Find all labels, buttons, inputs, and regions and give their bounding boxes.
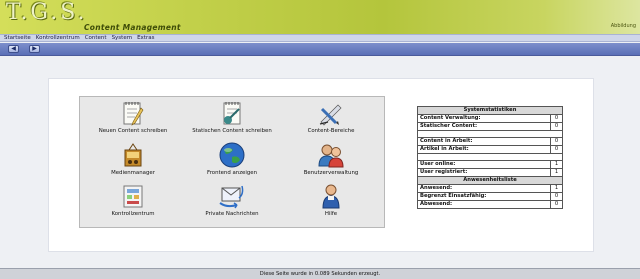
globe-icon <box>219 142 245 168</box>
frontend-label: Frontend anzeigen <box>206 170 258 176</box>
stat-value: 0 <box>550 145 563 154</box>
stat-value: 0 <box>550 114 563 123</box>
stat-value: 1 <box>550 168 563 177</box>
stat-value: 0 <box>550 200 563 209</box>
back-arrow-icon: ◀ <box>11 45 16 52</box>
control-panel-icon <box>123 185 143 208</box>
control-center-label: Kontrollzentrum <box>111 211 155 217</box>
attendance-title: Anwesenheitsliste <box>417 176 563 185</box>
stat-label: Content in Arbeit: <box>417 137 551 146</box>
help-label: Hilfe <box>324 211 338 217</box>
new-content-link[interactable]: Neuen Content schreiben <box>84 100 182 140</box>
stat-value: 1 <box>550 184 563 193</box>
quick-access-panel: Neuen Content schreiben Statischen Conte… <box>79 96 385 228</box>
notepad-tool-icon <box>223 102 241 125</box>
menu-item-kontrollzentrum[interactable]: Kontrollzentrum <box>36 35 80 41</box>
menu-bar: Startseite Kontrollzentrum Content Syste… <box>0 34 640 42</box>
control-center-link[interactable]: Kontrollzentrum <box>84 183 182 223</box>
stat-label: Begrenzt Einsatzfähig: <box>417 192 551 201</box>
user-management-label: Benutzerverwaltung <box>303 170 359 176</box>
system-stats-table: Systemstatistiken Content Verwaltung: 0 S… <box>417 106 563 209</box>
notepad-pencil-icon <box>123 102 144 126</box>
stat-value: 0 <box>550 137 563 146</box>
stats-spacer <box>417 153 563 161</box>
users-icon <box>318 144 344 168</box>
stat-value: 0 <box>550 122 563 131</box>
header-banner: T.G.S. Content Management Abbildung <box>0 0 640 34</box>
content-areas-link[interactable]: Content-Bereiche <box>282 100 380 140</box>
app-logo: T.G.S. <box>6 0 88 25</box>
footer: Diese Seite wurde in 0.089 Sekunden erze… <box>0 268 640 279</box>
forward-arrow-icon: ▶ <box>32 45 37 52</box>
stats-spacer <box>417 130 563 138</box>
media-manager-link[interactable]: Medienmanager <box>84 142 182 182</box>
header-corner-text: Abbildung <box>610 23 636 29</box>
stat-label: Abwesend: <box>417 200 551 209</box>
stats-title: Systemstatistiken <box>417 106 563 115</box>
new-content-label: Neuen Content schreiben <box>98 128 168 134</box>
static-content-label: Statischen Content schreiben <box>192 128 272 134</box>
menu-item-extras[interactable]: Extras <box>137 35 154 41</box>
stat-label: Content Verwaltung: <box>417 114 551 123</box>
static-content-link[interactable]: Statischen Content schreiben <box>183 100 281 140</box>
stat-value: 1 <box>550 160 563 169</box>
help-link[interactable]: Hilfe <box>282 183 380 223</box>
forward-button[interactable]: ▶ <box>29 45 40 53</box>
content-areas-label: Content-Bereiche <box>307 128 355 134</box>
private-messages-label: Private Nachrichten <box>205 211 259 217</box>
media-manager-label: Medienmanager <box>111 170 155 176</box>
stat-label: Statischer Content: <box>417 122 551 131</box>
user-management-link[interactable]: Benutzerverwaltung <box>282 142 380 182</box>
menu-item-system[interactable]: System <box>112 35 133 41</box>
stat-label: User registriert: <box>417 168 551 177</box>
help-icon <box>322 184 340 209</box>
media-player-icon <box>124 143 142 167</box>
stat-label: Anwesend: <box>417 184 551 193</box>
stat-label: User online: <box>417 160 551 169</box>
toolbar: ◀ ▶ <box>0 43 640 56</box>
stat-label: Artikel in Arbeit: <box>417 145 551 154</box>
menu-item-startseite[interactable]: Startseite <box>4 35 31 41</box>
stat-value: 0 <box>550 192 563 201</box>
menu-item-content[interactable]: Content <box>85 35 107 41</box>
messages-icon <box>219 185 244 209</box>
private-messages-link[interactable]: Private Nachrichten <box>183 183 281 223</box>
back-button[interactable]: ◀ <box>8 45 19 53</box>
app-subtitle: Content Management <box>84 23 181 32</box>
pencil-ruler-icon <box>319 104 342 126</box>
frontend-link[interactable]: Frontend anzeigen <box>183 142 281 182</box>
